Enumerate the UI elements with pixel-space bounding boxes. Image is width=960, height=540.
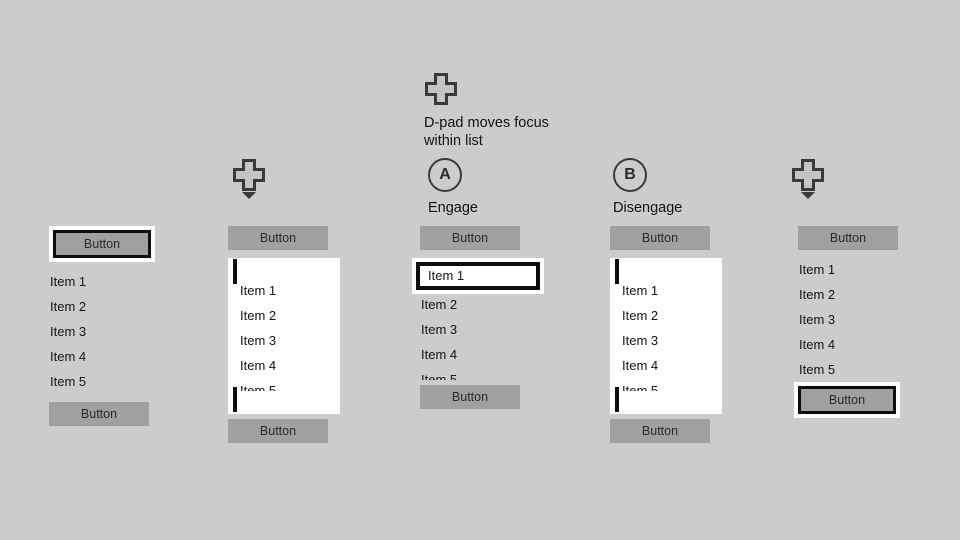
list-item[interactable]: Item 5 <box>420 372 544 380</box>
bottom-button-slot: Button <box>420 385 520 409</box>
list-item[interactable]: Item 2 <box>621 308 709 333</box>
dpad-icon-down <box>232 158 266 202</box>
item-list[interactable]: Item 1 Item 2 Item 3 Item 4 Item 5 <box>615 281 709 391</box>
list-item[interactable]: Item 5 <box>239 383 327 391</box>
list-item[interactable]: Item 5 <box>49 374 149 392</box>
list-item[interactable]: Item 1 <box>621 283 709 308</box>
bottom-button-slot: Button <box>610 419 710 443</box>
bottom-button-slot: Button <box>49 402 149 426</box>
focus-ring-bottom-button: Button <box>794 382 900 418</box>
column-hint-4-label: Disengage <box>613 200 683 216</box>
a-button-glyph: A <box>439 166 451 183</box>
dpad-icon-down <box>791 158 825 202</box>
item-list[interactable]: Item 1 Item 2 Item 3 Item 4 Item 5 <box>49 274 149 392</box>
legend-dpad-moves-focus: D-pad moves focus within list <box>424 72 594 150</box>
list-item[interactable]: Item 2 <box>49 299 149 324</box>
bottom-button[interactable]: Button <box>228 419 328 443</box>
item-list[interactable]: Item 1 Item 2 Item 3 Item 4 Item 5 <box>233 281 327 391</box>
item-list[interactable]: Item 1 Item 2 Item 3 Item 4 Item 5 <box>412 258 544 380</box>
focus-ring-item-list: Item 1 Item 2 Item 3 Item 4 Item 5 <box>610 258 722 414</box>
b-button-glyph: B <box>624 166 636 183</box>
list-item[interactable]: Item 2 <box>420 297 544 322</box>
focus-ring-list-item: Item 1 <box>412 258 544 294</box>
list-item[interactable]: Item 5 <box>621 383 709 391</box>
list-item[interactable]: Item 5 <box>798 362 898 380</box>
focus-ring-top-button: Button <box>49 226 155 262</box>
list-item[interactable]: Item 2 <box>798 287 898 312</box>
b-button-icon: B <box>613 158 647 192</box>
legend-caption: D-pad moves focus within list <box>424 115 549 149</box>
column-state-3: Button Item 1 Item 2 Item 3 Item 4 Item … <box>412 226 544 409</box>
list-item[interactable]: Item 1 <box>49 274 149 299</box>
column-state-2: Button Item 1 Item 2 Item 3 Item 4 Item … <box>228 226 340 443</box>
dpad-icon <box>424 72 458 106</box>
bottom-button-slot: Button <box>794 382 900 418</box>
list-item[interactable]: Item 3 <box>239 333 327 358</box>
list-item[interactable]: Item 3 <box>49 324 149 349</box>
list-item[interactable]: Item 4 <box>239 358 327 383</box>
column-state-1: Button Item 1 Item 2 Item 3 Item 4 Item … <box>49 226 155 426</box>
item-list[interactable]: Item 1 Item 2 Item 3 Item 4 Item 5 <box>798 262 898 380</box>
column-hint-3-label: Engage <box>428 200 478 216</box>
list-item[interactable]: Item 4 <box>420 347 544 372</box>
column-hint-4: B Disengage <box>613 158 682 217</box>
column-hint-5 <box>791 158 825 202</box>
list-item[interactable]: Item 2 <box>239 308 327 333</box>
column-state-4: Button Item 1 Item 2 Item 3 Item 4 Item … <box>610 226 722 443</box>
bottom-button[interactable]: Button <box>610 419 710 443</box>
list-item[interactable]: Item 3 <box>420 322 544 347</box>
top-button[interactable]: Button <box>798 226 898 250</box>
column-hint-3: A Engage <box>428 158 478 217</box>
a-button-icon: A <box>428 158 462 192</box>
list-item[interactable]: Item 4 <box>49 349 149 374</box>
top-button[interactable]: Button <box>56 233 148 255</box>
list-item[interactable]: Item 3 <box>798 312 898 337</box>
list-item[interactable]: Item 1 <box>428 268 464 284</box>
bottom-button[interactable]: Button <box>801 389 893 411</box>
bottom-button-slot: Button <box>228 419 328 443</box>
list-item[interactable]: Item 3 <box>621 333 709 358</box>
list-item[interactable]: Item 4 <box>621 358 709 383</box>
bottom-button[interactable]: Button <box>420 385 520 409</box>
list-item[interactable]: Item 1 <box>239 283 327 308</box>
column-hint-2 <box>232 158 266 202</box>
top-button[interactable]: Button <box>610 226 710 250</box>
top-button[interactable]: Button <box>420 226 520 250</box>
bottom-button[interactable]: Button <box>49 402 149 426</box>
screen-root: D-pad moves focus within list A Engage B… <box>0 0 960 540</box>
top-button[interactable]: Button <box>228 226 328 250</box>
column-state-5: Button Item 1 Item 2 Item 3 Item 4 Item … <box>794 226 900 418</box>
list-item[interactable]: Item 1 <box>798 262 898 287</box>
focus-ring-item-list: Item 1 Item 2 Item 3 Item 4 Item 5 <box>228 258 340 414</box>
list-item[interactable]: Item 4 <box>798 337 898 362</box>
